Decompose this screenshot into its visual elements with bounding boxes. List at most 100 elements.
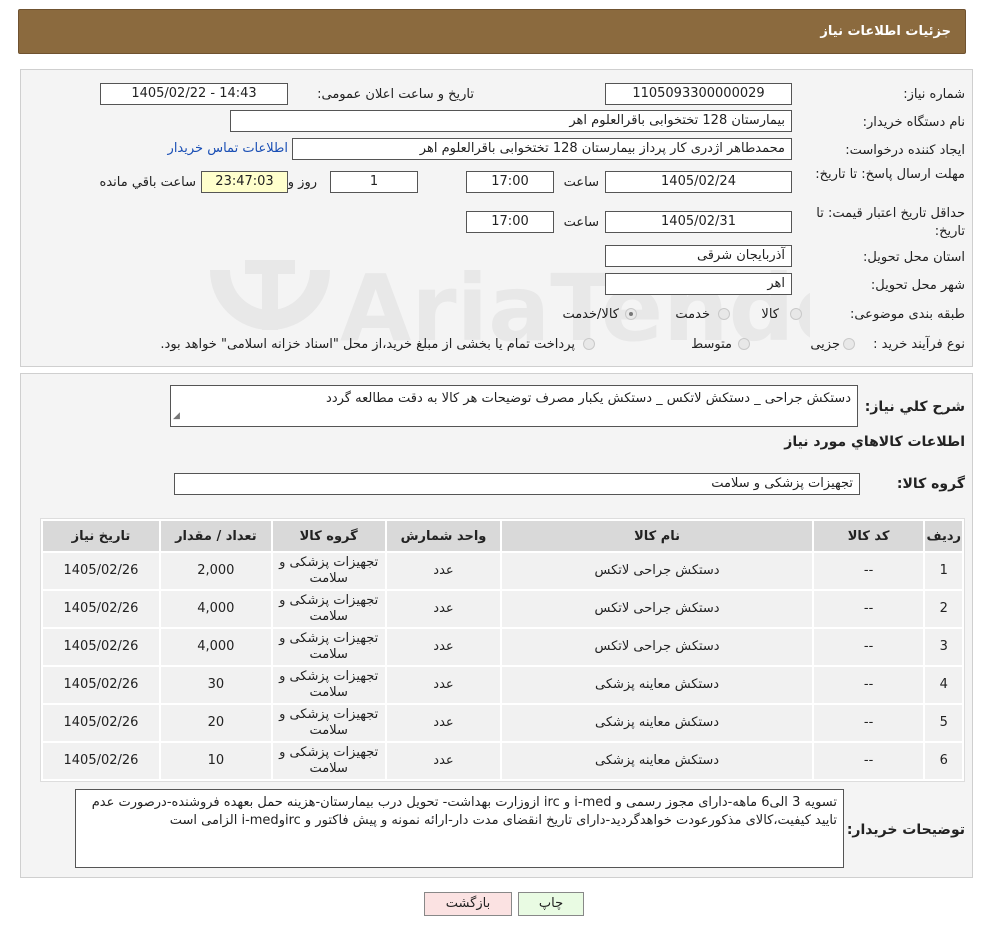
resize-grip-icon[interactable]: ◢: [173, 407, 180, 425]
col-unit-header: واحد شمارش: [386, 521, 501, 551]
col-group-header: گروه کالا: [272, 521, 385, 551]
cell-unit: عدد: [386, 667, 501, 703]
goods-section-title: اطلاعات کالاهاي مورد نياز: [784, 434, 965, 450]
cell-name: دستکش جراحی لاتکس: [502, 629, 812, 665]
buyer-notes-textarea[interactable]: تسویه 3 الی6 ماهه-دارای مجوز رسمی و i-me…: [75, 789, 844, 868]
process-radio-minor[interactable]: [843, 338, 855, 350]
page-header: جزئیات اطلاعات نیاز: [18, 9, 966, 54]
cell-unit: عدد: [386, 591, 501, 627]
cell-name: دستکش جراحی لاتکس: [502, 591, 812, 627]
cell-name: دستکش معاینه پزشکی: [502, 743, 812, 779]
announce-field: 1405/02/22 - 14:43: [100, 83, 288, 105]
table-row: 4 -- دستکش معاینه پزشکی عدد تجهیزات پزشک…: [43, 667, 962, 703]
validity-date-field: 1405/02/31: [605, 211, 792, 233]
buyer-notes-text: تسویه 3 الی6 ماهه-دارای مجوز رسمی و i-me…: [91, 795, 837, 828]
cell-group: تجهیزات پزشکی و سلامت: [272, 743, 385, 779]
deadline-time-field: 17:00: [466, 171, 554, 193]
cell-qty: 20: [160, 705, 271, 741]
col-date-header: تاریخ نیاز: [43, 521, 159, 551]
announce-label: تاریخ و ساعت اعلان عمومی:: [317, 87, 474, 102]
cell-code: --: [813, 591, 924, 627]
cell-date: 1405/02/26: [43, 705, 159, 741]
days-field: 1: [330, 171, 418, 193]
cell-code: --: [813, 667, 924, 703]
table-row: 2 -- دستکش جراحی لاتکس عدد تجهیزات پزشکی…: [43, 591, 962, 627]
cell-group: تجهیزات پزشکی و سلامت: [272, 553, 385, 589]
goods-group-label: گروه کالا:: [896, 476, 965, 492]
process-label: نوع فرآیند خرید :: [873, 337, 965, 352]
category-option-goods: کالا: [761, 307, 779, 322]
cell-code: --: [813, 743, 924, 779]
col-code-header: کد کالا: [813, 521, 924, 551]
cell-group: تجهیزات پزشکی و سلامت: [272, 667, 385, 703]
requester-field: محمدطاهر اژدری کار پرداز بیمارستان 128 ت…: [292, 138, 792, 160]
description-text: دستکش جراحی _ دستکش لاتکس _ دستکش یکبار …: [326, 391, 851, 406]
city-label: شهر محل تحویل:: [870, 278, 965, 293]
table-row: 5 -- دستکش معاینه پزشکی عدد تجهیزات پزشک…: [43, 705, 962, 741]
cell-code: --: [813, 629, 924, 665]
cell-date: 1405/02/26: [43, 667, 159, 703]
table-row: 3 -- دستکش جراحی لاتکس عدد تجهیزات پزشکی…: [43, 629, 962, 665]
category-option-goods-service: کالا/خدمت: [562, 307, 619, 322]
category-radio-goods[interactable]: [790, 308, 802, 320]
validity-label: حداقل تاریخ اعتبار قیمت: تا تاریخ:: [816, 206, 965, 239]
cell-date: 1405/02/26: [43, 553, 159, 589]
print-button[interactable]: چاپ: [518, 892, 584, 916]
process-option-minor: جزیی: [810, 337, 840, 352]
cell-qty: 10: [160, 743, 271, 779]
province-field: آذربایجان شرقی: [605, 245, 792, 267]
category-radio-goods-service[interactable]: [625, 308, 637, 320]
cell-date: 1405/02/26: [43, 591, 159, 627]
cell-qty: 2,000: [160, 553, 271, 589]
process-radio-medium[interactable]: [738, 338, 750, 350]
need-number-label: شماره نیاز:: [903, 87, 965, 102]
cell-name: دستکش معاینه پزشکی: [502, 705, 812, 741]
goods-group-field: تجهیزات پزشکی و سلامت: [174, 473, 860, 495]
buyer-contact-link[interactable]: اطلاعات تماس خریدار: [168, 141, 288, 156]
buyer-org-field: بیمارستان 128 تختخوابی باقرالعلوم اهر: [230, 110, 792, 132]
deadline-label: مهلت ارسال پاسخ: تا تاریخ:: [815, 167, 965, 182]
cell-name: دستکش جراحی لاتکس: [502, 553, 812, 589]
city-field: اهر: [605, 273, 792, 295]
cell-name: دستکش معاینه پزشکی: [502, 667, 812, 703]
province-label: استان محل تحویل:: [863, 250, 965, 265]
page-title: جزئیات اطلاعات نیاز: [820, 24, 951, 39]
buyer-notes-label: توضیحات خریدار:: [846, 822, 965, 838]
cell-unit: عدد: [386, 705, 501, 741]
cell-unit: عدد: [386, 743, 501, 779]
col-qty-header: تعداد / مقدار: [160, 521, 271, 551]
goods-table: رديف کد کالا نام کالا واحد شمارش گروه کا…: [40, 518, 965, 782]
remaining-time-field: 23:47:03: [201, 171, 288, 193]
cell-qty: 4,000: [160, 591, 271, 627]
cell-row: 5: [925, 705, 962, 741]
description-textarea[interactable]: دستکش جراحی _ دستکش لاتکس _ دستکش یکبار …: [170, 385, 858, 427]
category-radio-service[interactable]: [718, 308, 730, 320]
table-row: 1 -- دستکش جراحی لاتکس عدد تجهیزات پزشکی…: [43, 553, 962, 589]
cell-qty: 30: [160, 667, 271, 703]
process-option-medium: متوسط: [691, 337, 732, 352]
days-label: روز و: [287, 175, 317, 190]
cell-row: 3: [925, 629, 962, 665]
cell-row: 2: [925, 591, 962, 627]
process-radio-treasury[interactable]: [583, 338, 595, 350]
cell-code: --: [813, 705, 924, 741]
cell-group: تجهیزات پزشکی و سلامت: [272, 591, 385, 627]
col-name-header: نام کالا: [502, 521, 812, 551]
cell-qty: 4,000: [160, 629, 271, 665]
cell-unit: عدد: [386, 553, 501, 589]
category-option-service: خدمت: [675, 307, 710, 322]
cell-unit: عدد: [386, 629, 501, 665]
cell-group: تجهیزات پزشکی و سلامت: [272, 629, 385, 665]
category-label: طبقه بندی موضوعی:: [849, 307, 965, 322]
process-note: پرداخت تمام یا بخشی از مبلغ خرید،از محل …: [160, 337, 575, 352]
cell-date: 1405/02/26: [43, 743, 159, 779]
cell-group: تجهیزات پزشکی و سلامت: [272, 705, 385, 741]
back-button[interactable]: بازگشت: [424, 892, 512, 916]
cell-date: 1405/02/26: [43, 629, 159, 665]
need-number-field: 1105093300000029: [605, 83, 792, 105]
buyer-org-label: نام دستگاه خریدار:: [862, 115, 965, 130]
table-header-row: رديف کد کالا نام کالا واحد شمارش گروه کا…: [43, 521, 962, 551]
cell-row: 4: [925, 667, 962, 703]
cell-code: --: [813, 553, 924, 589]
cell-row: 1: [925, 553, 962, 589]
